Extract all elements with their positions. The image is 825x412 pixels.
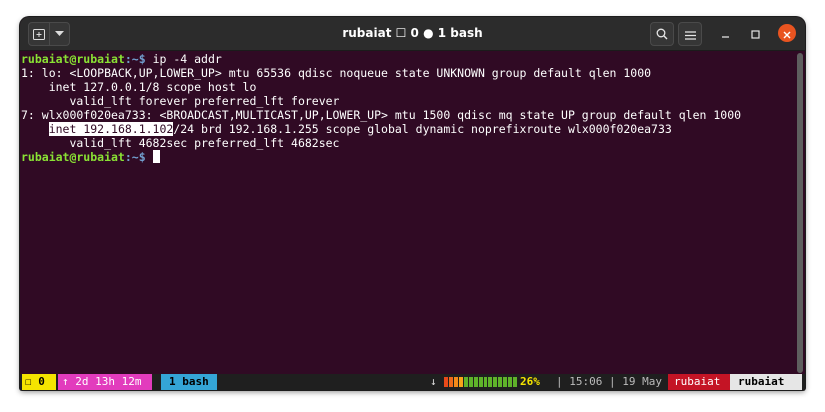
command-line: rubaiat@rubaiat:~$ ip -4 addr	[21, 52, 796, 66]
battery-segment	[503, 377, 508, 387]
session-user-white: rubaiat	[730, 374, 802, 390]
battery-segment	[463, 377, 468, 387]
maximize-button[interactable]	[744, 22, 766, 44]
minimize-button[interactable]	[714, 22, 736, 44]
battery-segment	[448, 377, 453, 387]
minimize-icon	[721, 24, 730, 43]
battery-percent: 26%	[520, 375, 540, 388]
down-arrow-icon: ↓	[430, 375, 437, 388]
search-button[interactable]	[650, 22, 674, 46]
prompt-path: :~$	[124, 52, 146, 66]
uptime-indicator: ↑ 2d 13h 12m	[58, 374, 152, 390]
battery-bar	[444, 377, 518, 387]
close-button[interactable]	[778, 24, 796, 42]
battery-segment	[458, 377, 463, 387]
text-cursor	[152, 150, 160, 163]
selected-text[interactable]: inet 192.168.1.102	[48, 122, 174, 136]
maximize-icon	[750, 24, 760, 43]
battery-segment	[478, 377, 483, 387]
tmux-status-bar: ☐ 0 ↑ 2d 13h 12m 1 bash ↓ 26% | 15:06 | …	[20, 374, 805, 390]
battery-segment	[493, 377, 498, 387]
battery-segment	[473, 377, 478, 387]
battery-segment	[483, 377, 488, 387]
battery-segment	[453, 377, 458, 387]
battery-segment	[488, 377, 493, 387]
prompt-user: rubaiat@rubaiat	[21, 150, 125, 164]
command-text: ip -4 addr	[145, 52, 222, 66]
close-icon	[783, 24, 791, 43]
output-line: 1: lo: <LOOPBACK,UP,LOWER_UP> mtu 65536 …	[21, 66, 652, 80]
output-line: valid_lft forever preferred_lft forever	[21, 94, 340, 108]
output-rest: /24 brd 192.168.1.255 scope global dynam…	[173, 122, 672, 136]
output-line: 7: wlx000f020ea733: <BROADCAST,MULTICAST…	[21, 108, 742, 122]
battery-segment	[444, 377, 448, 387]
output-line: valid_lft 4682sec preferred_lft 4682sec	[21, 136, 340, 150]
output-line: inet 127.0.0.1/8 scope host lo	[21, 80, 257, 94]
terminal-output[interactable]: rubaiat@rubaiat:~$ ip -4 addr 1: lo: <LO…	[20, 51, 796, 373]
prompt-user: rubaiat@rubaiat	[21, 52, 125, 66]
scrollbar-thumb[interactable]	[797, 53, 803, 373]
prompt-line: rubaiat@rubaiat:~$	[21, 150, 796, 164]
battery-segment	[468, 377, 473, 387]
output-line-highlighted: inet 192.168.1.102/24 brd 192.168.1.255 …	[21, 122, 796, 136]
prompt-path: :~$	[124, 150, 146, 164]
battery-segment	[508, 377, 513, 387]
session-user-red: rubaiat	[668, 374, 730, 390]
search-icon	[656, 25, 668, 44]
battery-segment	[513, 377, 518, 387]
clock-date: | 15:06 | 19 May	[556, 375, 662, 388]
menu-icon	[684, 25, 696, 44]
terminal-window: rubaiat ☐ 0 ● 1 bash rubaiat@rubaiat:~$ …	[20, 17, 805, 390]
workspace-indicator[interactable]: ☐ 0	[22, 374, 56, 390]
hamburger-menu-button[interactable]	[678, 22, 702, 46]
battery-segment	[498, 377, 503, 387]
scrollbar[interactable]	[797, 53, 803, 373]
window-indicator[interactable]: 1 bash	[161, 374, 217, 390]
title-bar: rubaiat ☐ 0 ● 1 bash	[20, 17, 805, 51]
